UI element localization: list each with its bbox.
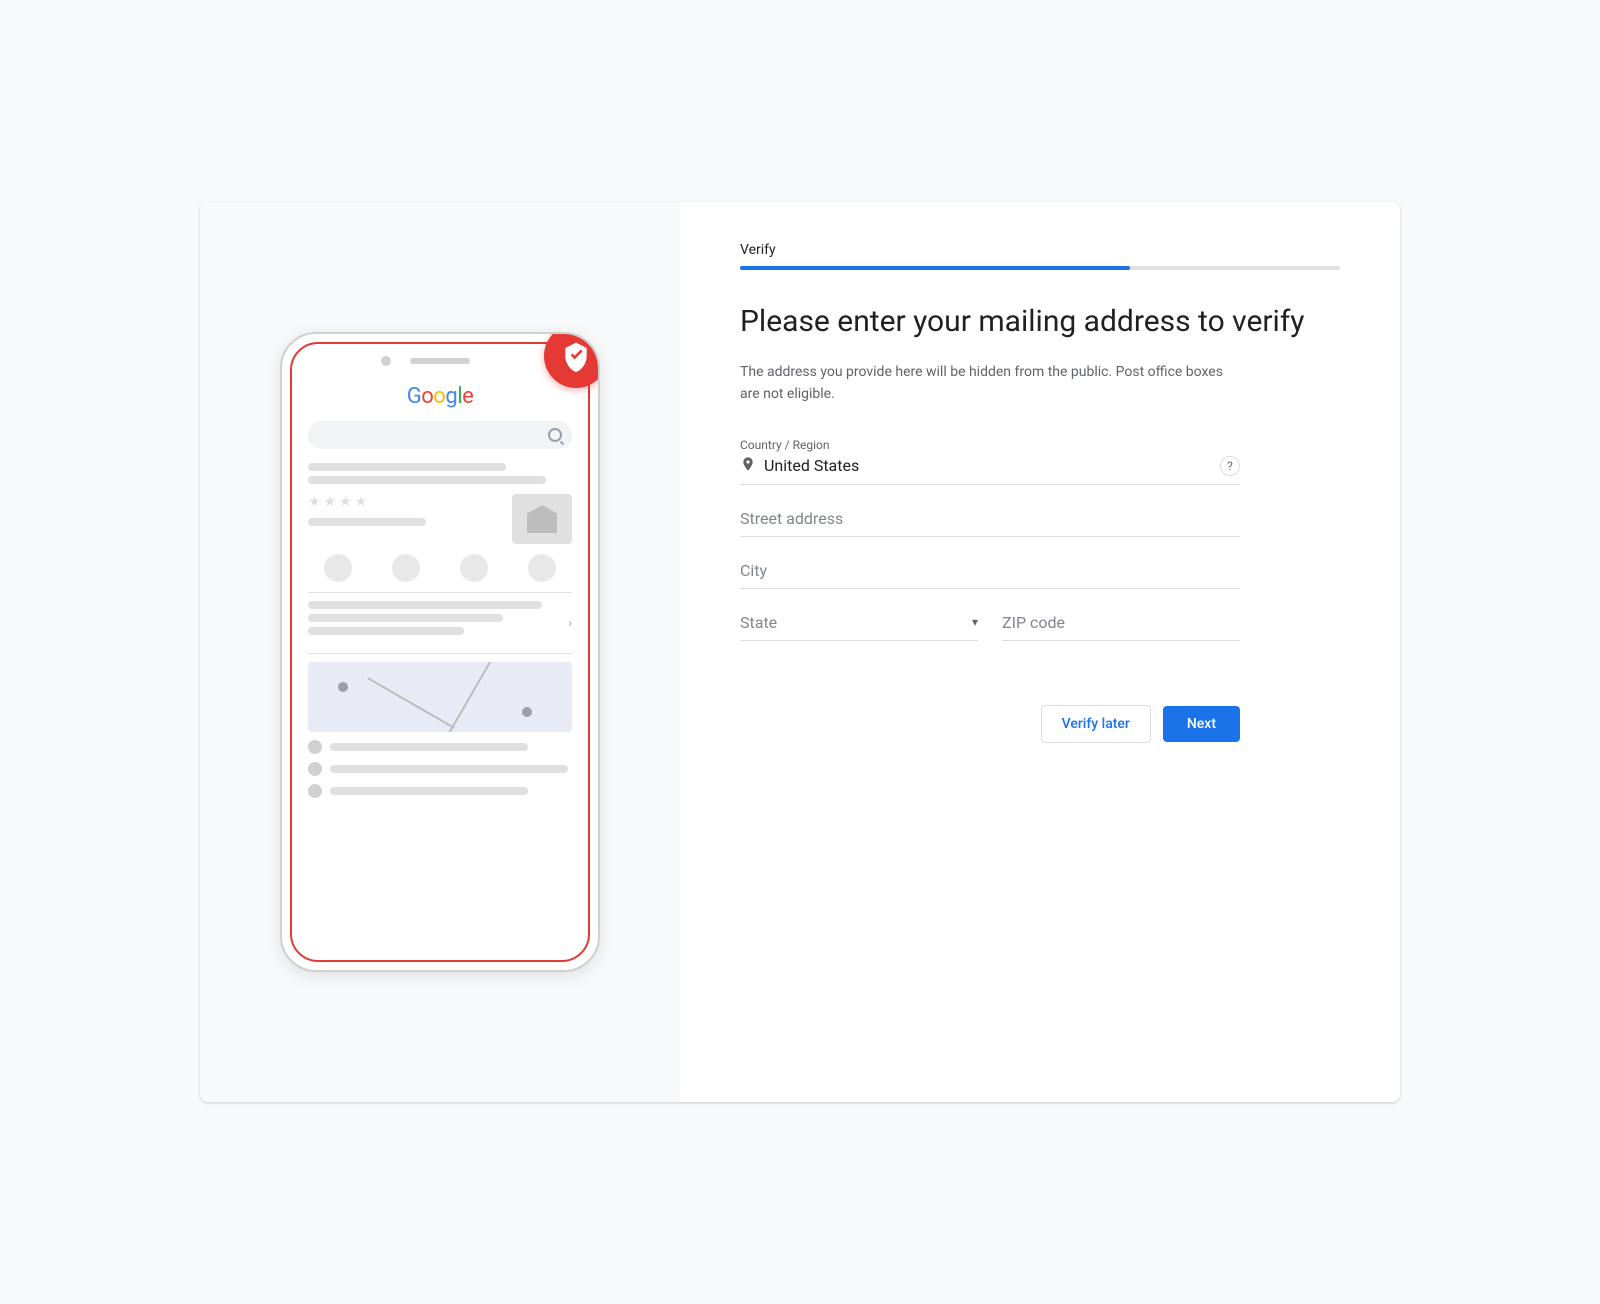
country-label: Country / Region [740, 438, 1240, 452]
action-icon-directions [392, 554, 420, 582]
mock-line [308, 463, 506, 471]
right-panel: Verify Please enter your mailing address… [680, 202, 1400, 1102]
action-icon-phone [324, 554, 352, 582]
web-icon-mock [308, 784, 322, 798]
next-button[interactable]: Next [1163, 706, 1240, 742]
mock-line [308, 601, 542, 609]
progress-section: Verify [740, 242, 1340, 270]
phone-content: Google [292, 344, 588, 814]
mock-line [330, 743, 528, 751]
chevron-right-icon: › [568, 616, 572, 630]
star: ★ [324, 494, 337, 510]
stars-row: ★ ★ ★ ★ [308, 494, 504, 510]
star: ★ [339, 494, 352, 510]
mock-line [330, 765, 568, 773]
google-logo-text: Google [407, 384, 473, 409]
star: ★ [308, 494, 321, 510]
divider [308, 592, 572, 593]
mock-store-image [512, 494, 572, 544]
mock-line [308, 627, 464, 635]
map-road [367, 677, 455, 729]
mock-line [330, 787, 528, 795]
help-icon-text: ? [1227, 459, 1233, 473]
page-description: The address you provide here will be hid… [740, 361, 1240, 406]
actions-row: Verify later Next [740, 705, 1240, 743]
progress-title: Verify [740, 242, 1340, 258]
location-pin-icon [740, 456, 756, 476]
progress-bar-track [740, 266, 1340, 270]
map-pin-2 [522, 707, 532, 717]
phone-mockup: Google [280, 332, 600, 972]
row-with-arrow: › [308, 601, 572, 645]
icon-text-row-web [308, 784, 572, 798]
google-logo: Google [308, 384, 572, 409]
state-select-wrapper: State Alabama Alaska Arizona California … [740, 613, 978, 641]
phone-speaker [410, 358, 470, 364]
zip-input[interactable] [1002, 613, 1240, 632]
star: ★ [355, 494, 368, 510]
bottom-rows [308, 740, 572, 798]
help-icon[interactable]: ? [1220, 456, 1240, 476]
icon-text-row-phone [308, 762, 572, 776]
verify-later-button[interactable]: Verify later [1041, 705, 1151, 743]
street-field-row [740, 509, 1240, 537]
action-icon-save [460, 554, 488, 582]
main-container: Google [200, 202, 1400, 1102]
progress-bar-fill [740, 266, 1130, 270]
zip-group [1002, 613, 1240, 641]
icon-text-row-hours [308, 740, 572, 754]
search-bar-mock [308, 421, 572, 449]
clock-icon-mock [308, 740, 322, 754]
mock-lines-2 [308, 601, 568, 635]
page-heading: Please enter your mailing address to ver… [740, 302, 1340, 341]
divider [308, 653, 572, 654]
state-zip-row: State Alabama Alaska Arizona California … [740, 613, 1240, 665]
country-region-group: Country / Region ? [740, 438, 1240, 485]
state-group: State Alabama Alaska Arizona California … [740, 613, 978, 641]
phone-icon-mock [308, 762, 322, 776]
street-address-input[interactable] [740, 509, 1240, 528]
mock-line [308, 614, 503, 622]
map-pin [338, 682, 348, 692]
country-field-row: ? [740, 456, 1240, 485]
map-road [442, 662, 494, 732]
action-icons-row [308, 554, 572, 582]
mock-line [308, 476, 546, 484]
map-area [308, 662, 572, 732]
country-input[interactable] [764, 456, 1220, 475]
city-field-row [740, 561, 1240, 589]
dropdown-arrow-icon: ▾ [972, 615, 978, 629]
mock-lines-1 [308, 463, 572, 484]
store-icon [527, 505, 557, 533]
phone-inner: Google [290, 342, 590, 962]
action-icon-share [528, 554, 556, 582]
mock-line [308, 518, 426, 526]
address-form: Country / Region ? [740, 438, 1240, 665]
zip-field-row [1002, 613, 1240, 641]
phone-camera [381, 356, 391, 366]
city-group [740, 561, 1240, 589]
left-panel: Google [200, 202, 680, 1102]
search-icon-mock [548, 428, 562, 442]
state-select[interactable]: State Alabama Alaska Arizona California … [740, 613, 972, 632]
street-address-group [740, 509, 1240, 537]
city-input[interactable] [740, 561, 1240, 580]
shield-icon [560, 340, 592, 372]
